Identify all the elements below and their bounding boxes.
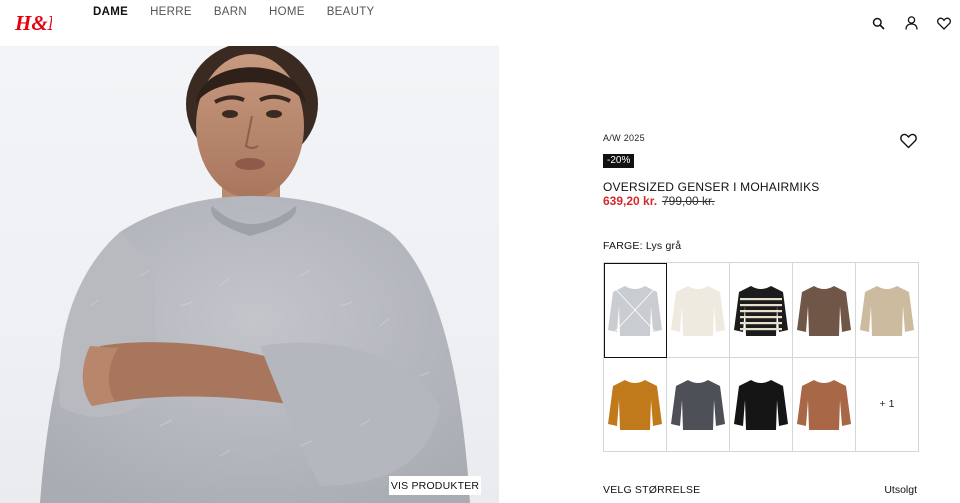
hero-image[interactable]	[0, 46, 499, 503]
sweater-thumbnail	[797, 380, 851, 431]
hm-logo[interactable]: H&M	[14, 8, 68, 36]
model-illustration	[40, 46, 470, 503]
color-swatch-grid: + 1	[603, 262, 919, 452]
nav-item-herre[interactable]: HERRE	[150, 6, 192, 18]
sweater-thumbnail	[608, 380, 662, 431]
nav-item-dame[interactable]: DAME	[93, 6, 128, 18]
logo-text: H&M	[14, 11, 52, 35]
sweater-thumbnail	[797, 285, 851, 336]
site-header: H&M DAME HERRE BARN HOME BEAUTY	[0, 0, 960, 46]
sweater-thumbnail	[860, 285, 914, 336]
search-icon[interactable]	[868, 14, 888, 32]
color-swatch[interactable]	[604, 357, 667, 452]
color-swatch[interactable]	[730, 263, 793, 358]
wishlist-heart-icon[interactable]	[900, 133, 917, 149]
nav-item-home[interactable]: HOME	[269, 6, 305, 18]
header-icons	[855, 14, 954, 32]
season-label: A/W 2025	[603, 133, 645, 143]
color-swatch[interactable]	[604, 263, 667, 358]
sweater-thumbnail	[671, 380, 725, 431]
product-title: OVERSIZED GENSER I MOHAIRMIKS	[603, 180, 820, 194]
color-swatch[interactable]	[730, 357, 793, 452]
main-nav: DAME HERRE BARN HOME BEAUTY	[93, 6, 397, 18]
color-swatch[interactable]	[793, 263, 856, 358]
color-label: FARGE: Lys grå	[603, 240, 682, 252]
nav-item-barn[interactable]: BARN	[214, 6, 247, 18]
color-swatch[interactable]	[856, 263, 919, 358]
sweater-thumbnail	[734, 285, 788, 336]
view-products-button[interactable]: VIS PRODUKTER	[389, 476, 481, 495]
sale-price: 639,20 kr.	[603, 194, 658, 208]
size-status: Utsolgt	[884, 484, 917, 496]
select-size-button[interactable]: VELG STØRRELSE	[603, 484, 700, 496]
heart-icon[interactable]	[934, 14, 954, 32]
color-swatch[interactable]	[793, 357, 856, 452]
color-swatch[interactable]	[667, 263, 730, 358]
more-colors-button[interactable]: + 1	[856, 357, 919, 452]
discount-badge: -20%	[603, 154, 635, 168]
sweater-thumbnail	[734, 380, 788, 431]
color-swatch[interactable]	[667, 357, 730, 452]
nav-item-beauty[interactable]: BEAUTY	[327, 6, 375, 18]
sweater-thumbnail	[671, 285, 725, 336]
original-price: 799,00 kr.	[662, 194, 715, 208]
sweater-thumbnail	[608, 281, 662, 339]
account-icon[interactable]	[901, 14, 921, 32]
